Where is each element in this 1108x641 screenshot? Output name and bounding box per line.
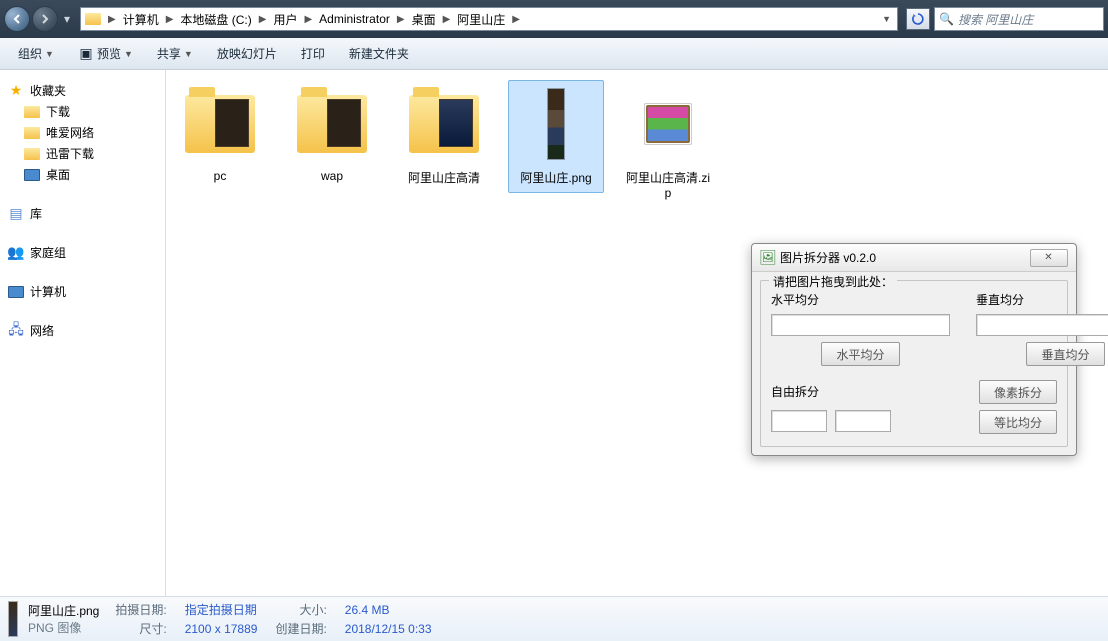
star-icon: ★ xyxy=(8,83,24,99)
computer-icon xyxy=(8,286,24,298)
sidebar-item-downloads[interactable]: 下载 xyxy=(0,101,165,122)
nav-history-dropdown[interactable]: ▾ xyxy=(60,12,74,26)
folder-icon xyxy=(83,9,103,29)
folder-icon xyxy=(24,148,40,160)
breadcrumb-item[interactable]: 用户 xyxy=(269,8,301,30)
group-legend: 请把图片拖曳到此处： xyxy=(769,273,897,290)
file-label: 阿里山庄.png xyxy=(511,169,601,186)
dialog-title-text: 图片拆分器 v0.2.0 xyxy=(780,249,876,266)
breadcrumb-item[interactable]: 本地磁盘 (C:) xyxy=(176,8,255,30)
status-shot-label: 拍摄日期: xyxy=(115,601,166,618)
status-dim-label: 尺寸: xyxy=(115,620,166,637)
app-icon: 🖼 xyxy=(760,250,776,266)
breadcrumb-item[interactable]: 计算机 xyxy=(119,8,163,30)
file-label: 阿里山庄高清.zip xyxy=(623,169,713,200)
address-dropdown-icon[interactable]: ▼ xyxy=(876,14,897,24)
status-created-value: 2018/12/15 0:33 xyxy=(345,622,432,636)
sidebar-homegroup[interactable]: 👥 家庭组 xyxy=(0,242,165,263)
organize-button[interactable]: 组织▼ xyxy=(8,42,64,65)
file-list-area[interactable]: pc wap 阿里山庄高清 阿里山庄.png 阿里山庄高清.zip 🖼 xyxy=(166,70,1108,596)
print-button[interactable]: 打印 xyxy=(291,42,335,65)
free-split-label: 自由拆分 xyxy=(771,383,819,400)
chevron-right-icon[interactable]: ▶ xyxy=(105,14,119,25)
chevron-right-icon[interactable]: ▶ xyxy=(256,14,270,25)
chevron-right-icon[interactable]: ▶ xyxy=(301,14,315,25)
share-button[interactable]: 共享▼ xyxy=(147,42,203,65)
address-bar[interactable]: ▶ 计算机 ▶ 本地磁盘 (C:) ▶ 用户 ▶ Administrator ▶… xyxy=(80,7,898,31)
status-filetype: PNG 图像 xyxy=(28,619,99,636)
free-split-input-2[interactable] xyxy=(835,410,891,432)
sidebar-item-xunlei[interactable]: 迅雷下载 xyxy=(0,143,165,164)
v-split-button[interactable]: 垂直均分 xyxy=(1026,342,1104,366)
ratio-split-button[interactable]: 等比均分 xyxy=(979,410,1057,434)
folder-icon xyxy=(24,106,40,118)
preview-thumbnail-icon xyxy=(8,601,18,637)
dialog-titlebar[interactable]: 🖼 图片拆分器 v0.2.0 ✕ xyxy=(752,244,1076,272)
sidebar-item-desktop[interactable]: 桌面 xyxy=(0,164,165,185)
sidebar-item-weiai[interactable]: 唯爱网络 xyxy=(0,122,165,143)
file-item-zip[interactable]: 阿里山庄高清.zip xyxy=(620,80,716,207)
chevron-right-icon[interactable]: ▶ xyxy=(440,14,454,25)
preview-icon: ▣ xyxy=(78,46,94,62)
preview-button[interactable]: ▣ 预览▼ xyxy=(68,42,143,65)
h-split-input[interactable] xyxy=(771,314,950,336)
file-item-folder[interactable]: pc xyxy=(172,80,268,190)
file-label: 阿里山庄高清 xyxy=(399,169,489,186)
pixel-split-button[interactable]: 像素拆分 xyxy=(979,380,1057,404)
file-item-png[interactable]: 阿里山庄.png xyxy=(508,80,604,193)
sidebar-computer[interactable]: 计算机 xyxy=(0,281,165,302)
refresh-button[interactable] xyxy=(906,8,930,30)
breadcrumb-item[interactable]: Administrator xyxy=(315,8,394,30)
close-button[interactable]: ✕ xyxy=(1030,249,1068,267)
search-icon: 🔍 xyxy=(939,12,954,26)
folder-icon xyxy=(24,127,40,139)
sidebar-libraries[interactable]: ▤ 库 xyxy=(0,203,165,224)
chevron-right-icon[interactable]: ▶ xyxy=(163,14,177,25)
explorer-toolbar: 组织▼ ▣ 预览▼ 共享▼ 放映幻灯片 打印 新建文件夹 xyxy=(0,38,1108,70)
file-item-folder[interactable]: wap xyxy=(284,80,380,190)
status-shot-value[interactable]: 指定拍摄日期 xyxy=(185,601,258,618)
search-input[interactable]: 🔍 搜索 阿里山庄 xyxy=(934,7,1104,31)
chevron-right-icon[interactable]: ▶ xyxy=(509,14,523,25)
h-split-label: 水平均分 xyxy=(771,291,950,308)
libraries-icon: ▤ xyxy=(8,206,24,222)
h-split-button[interactable]: 水平均分 xyxy=(821,342,899,366)
homegroup-icon: 👥 xyxy=(8,245,24,261)
sidebar-network[interactable]: 🖧 网络 xyxy=(0,320,165,341)
image-thumbnail-icon xyxy=(547,88,565,160)
file-item-folder[interactable]: 阿里山庄高清 xyxy=(396,80,492,193)
details-pane: 阿里山庄.png PNG 图像 拍摄日期: 指定拍摄日期 大小: 26.4 MB… xyxy=(0,596,1108,641)
sidebar-favorites[interactable]: ★ 收藏夹 xyxy=(0,80,165,101)
v-split-input[interactable] xyxy=(976,314,1108,336)
status-filename: 阿里山庄.png xyxy=(28,602,99,619)
nav-back-button[interactable] xyxy=(4,6,30,32)
v-split-label: 垂直均分 xyxy=(976,291,1108,308)
window-titlebar: ▾ ▶ 计算机 ▶ 本地磁盘 (C:) ▶ 用户 ▶ Administrator… xyxy=(0,0,1108,38)
status-dim-value: 2100 x 17889 xyxy=(185,622,258,636)
drop-zone-group[interactable]: 请把图片拖曳到此处： 水平均分 水平均分 垂直均分 垂直均分 xyxy=(760,280,1068,447)
status-size-label: 大小: xyxy=(275,601,326,618)
status-created-label: 创建日期: xyxy=(275,620,326,637)
desktop-icon xyxy=(24,169,40,181)
search-placeholder: 搜索 阿里山庄 xyxy=(958,11,1033,28)
archive-icon xyxy=(646,105,690,143)
new-folder-button[interactable]: 新建文件夹 xyxy=(339,42,419,65)
breadcrumb-item[interactable]: 桌面 xyxy=(408,8,440,30)
nav-forward-button[interactable] xyxy=(32,6,58,32)
image-splitter-dialog: 🖼 图片拆分器 v0.2.0 ✕ 请把图片拖曳到此处： 水平均分 水平均分 xyxy=(751,243,1077,456)
chevron-right-icon[interactable]: ▶ xyxy=(394,14,408,25)
free-split-input-1[interactable] xyxy=(771,410,827,432)
navigation-sidebar: ★ 收藏夹 下载 唯爱网络 迅雷下载 桌面 ▤ 库 👥 家庭组 计算机 xyxy=(0,70,166,596)
status-size-value: 26.4 MB xyxy=(345,603,432,617)
slideshow-button[interactable]: 放映幻灯片 xyxy=(207,42,287,65)
file-label: pc xyxy=(175,169,265,183)
explorer-main: ★ 收藏夹 下载 唯爱网络 迅雷下载 桌面 ▤ 库 👥 家庭组 计算机 xyxy=(0,70,1108,596)
breadcrumb-item[interactable]: 阿里山庄 xyxy=(453,8,509,30)
file-label: wap xyxy=(287,169,377,183)
network-icon: 🖧 xyxy=(8,323,24,339)
